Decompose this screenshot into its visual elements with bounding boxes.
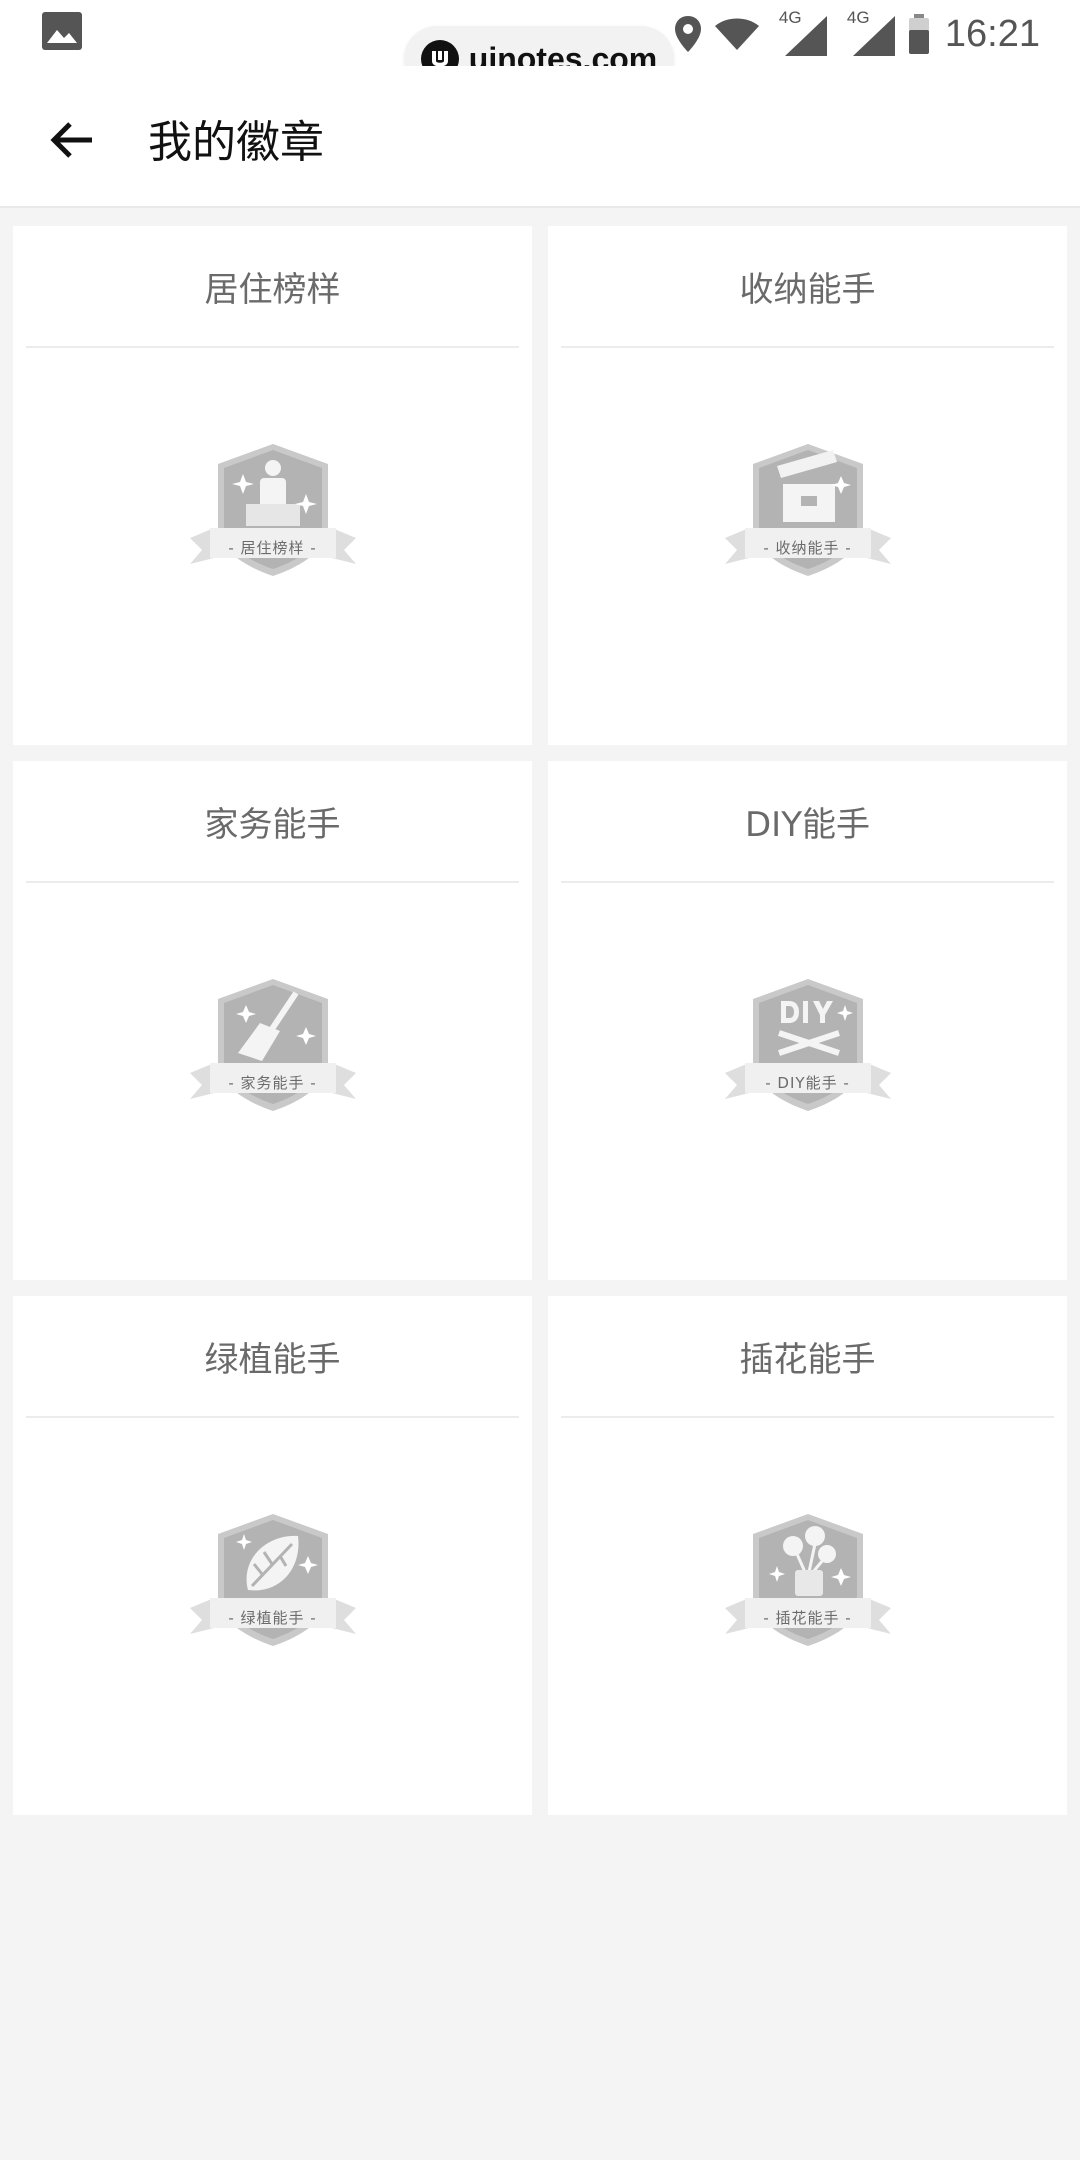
badge-card[interactable]: 家务能手 - 家务能手 - bbox=[13, 761, 532, 1280]
badge-emblem: - 绿植能手 - bbox=[188, 1506, 358, 1656]
page-title: 我的徽章 bbox=[148, 117, 324, 168]
flower-vase-icon bbox=[768, 1526, 851, 1596]
badge-label: - 插花能手 - bbox=[763, 1609, 852, 1627]
signal-strength-2: 4G bbox=[839, 8, 897, 58]
badge-emblem: - 居住榜样 - bbox=[188, 436, 358, 586]
divider bbox=[26, 881, 519, 883]
badge-label: - 绿植能手 - bbox=[228, 1609, 317, 1627]
signal-icon bbox=[852, 16, 895, 56]
signal-icon bbox=[784, 16, 827, 56]
badge-label: - 家务能手 - bbox=[228, 1074, 317, 1092]
badge-title: DIY能手 bbox=[745, 804, 870, 845]
battery-icon bbox=[908, 14, 929, 54]
divider bbox=[561, 1416, 1054, 1418]
badge-card[interactable]: 居住榜样 - 居住榜样 - bbox=[13, 226, 532, 745]
divider bbox=[26, 346, 519, 348]
badge-card[interactable]: DIY能手 - DIY能手 - bbox=[548, 761, 1067, 1280]
back-button[interactable] bbox=[40, 108, 104, 172]
badge-card[interactable]: 绿植能手 - 绿植能手 - bbox=[13, 1296, 532, 1815]
badge-label: - 居住榜样 - bbox=[228, 539, 317, 557]
broom-icon bbox=[235, 991, 316, 1061]
leaf-icon bbox=[235, 1534, 318, 1591]
app-bar: 我的徽章 bbox=[0, 66, 1080, 208]
divider bbox=[561, 881, 1054, 883]
badge-label: - 收纳能手 - bbox=[763, 539, 852, 557]
badge-title: 家务能手 bbox=[204, 804, 341, 845]
badge-emblem: - 家务能手 - bbox=[188, 971, 358, 1121]
badge-title: 绿植能手 bbox=[204, 1339, 341, 1380]
badge-label: - DIY能手 - bbox=[765, 1074, 850, 1092]
divider bbox=[561, 346, 1054, 348]
badge-emblem: - 插花能手 - bbox=[723, 1506, 893, 1656]
wifi-icon bbox=[714, 18, 759, 50]
badge-emblem: - 收纳能手 - bbox=[723, 436, 893, 586]
badge-card[interactable]: 收纳能手 - 收纳能手 - bbox=[548, 226, 1067, 745]
clock: 16:21 bbox=[944, 12, 1040, 55]
signal-strength-1: 4G bbox=[771, 8, 829, 58]
badge-title: 居住榜样 bbox=[204, 269, 341, 310]
storage-box-icon bbox=[776, 450, 851, 522]
divider bbox=[26, 1416, 519, 1418]
person-podium-icon bbox=[231, 460, 317, 526]
badge-card[interactable]: 插花能手 - 插花能手 - bbox=[548, 1296, 1067, 1815]
badge-title: 插花能手 bbox=[739, 1339, 876, 1380]
diy-tools-icon bbox=[777, 1001, 853, 1056]
badge-emblem: - DIY能手 - bbox=[723, 971, 893, 1121]
badge-title: 收纳能手 bbox=[739, 269, 876, 310]
gallery-icon bbox=[42, 12, 82, 50]
badge-grid: 居住榜样 - 居住榜样 - 收纳能手 - 收纳能手 - 家务能手 - 家务能手 … bbox=[13, 226, 1067, 1815]
arrow-left-icon bbox=[50, 122, 92, 158]
location-icon bbox=[674, 16, 701, 52]
